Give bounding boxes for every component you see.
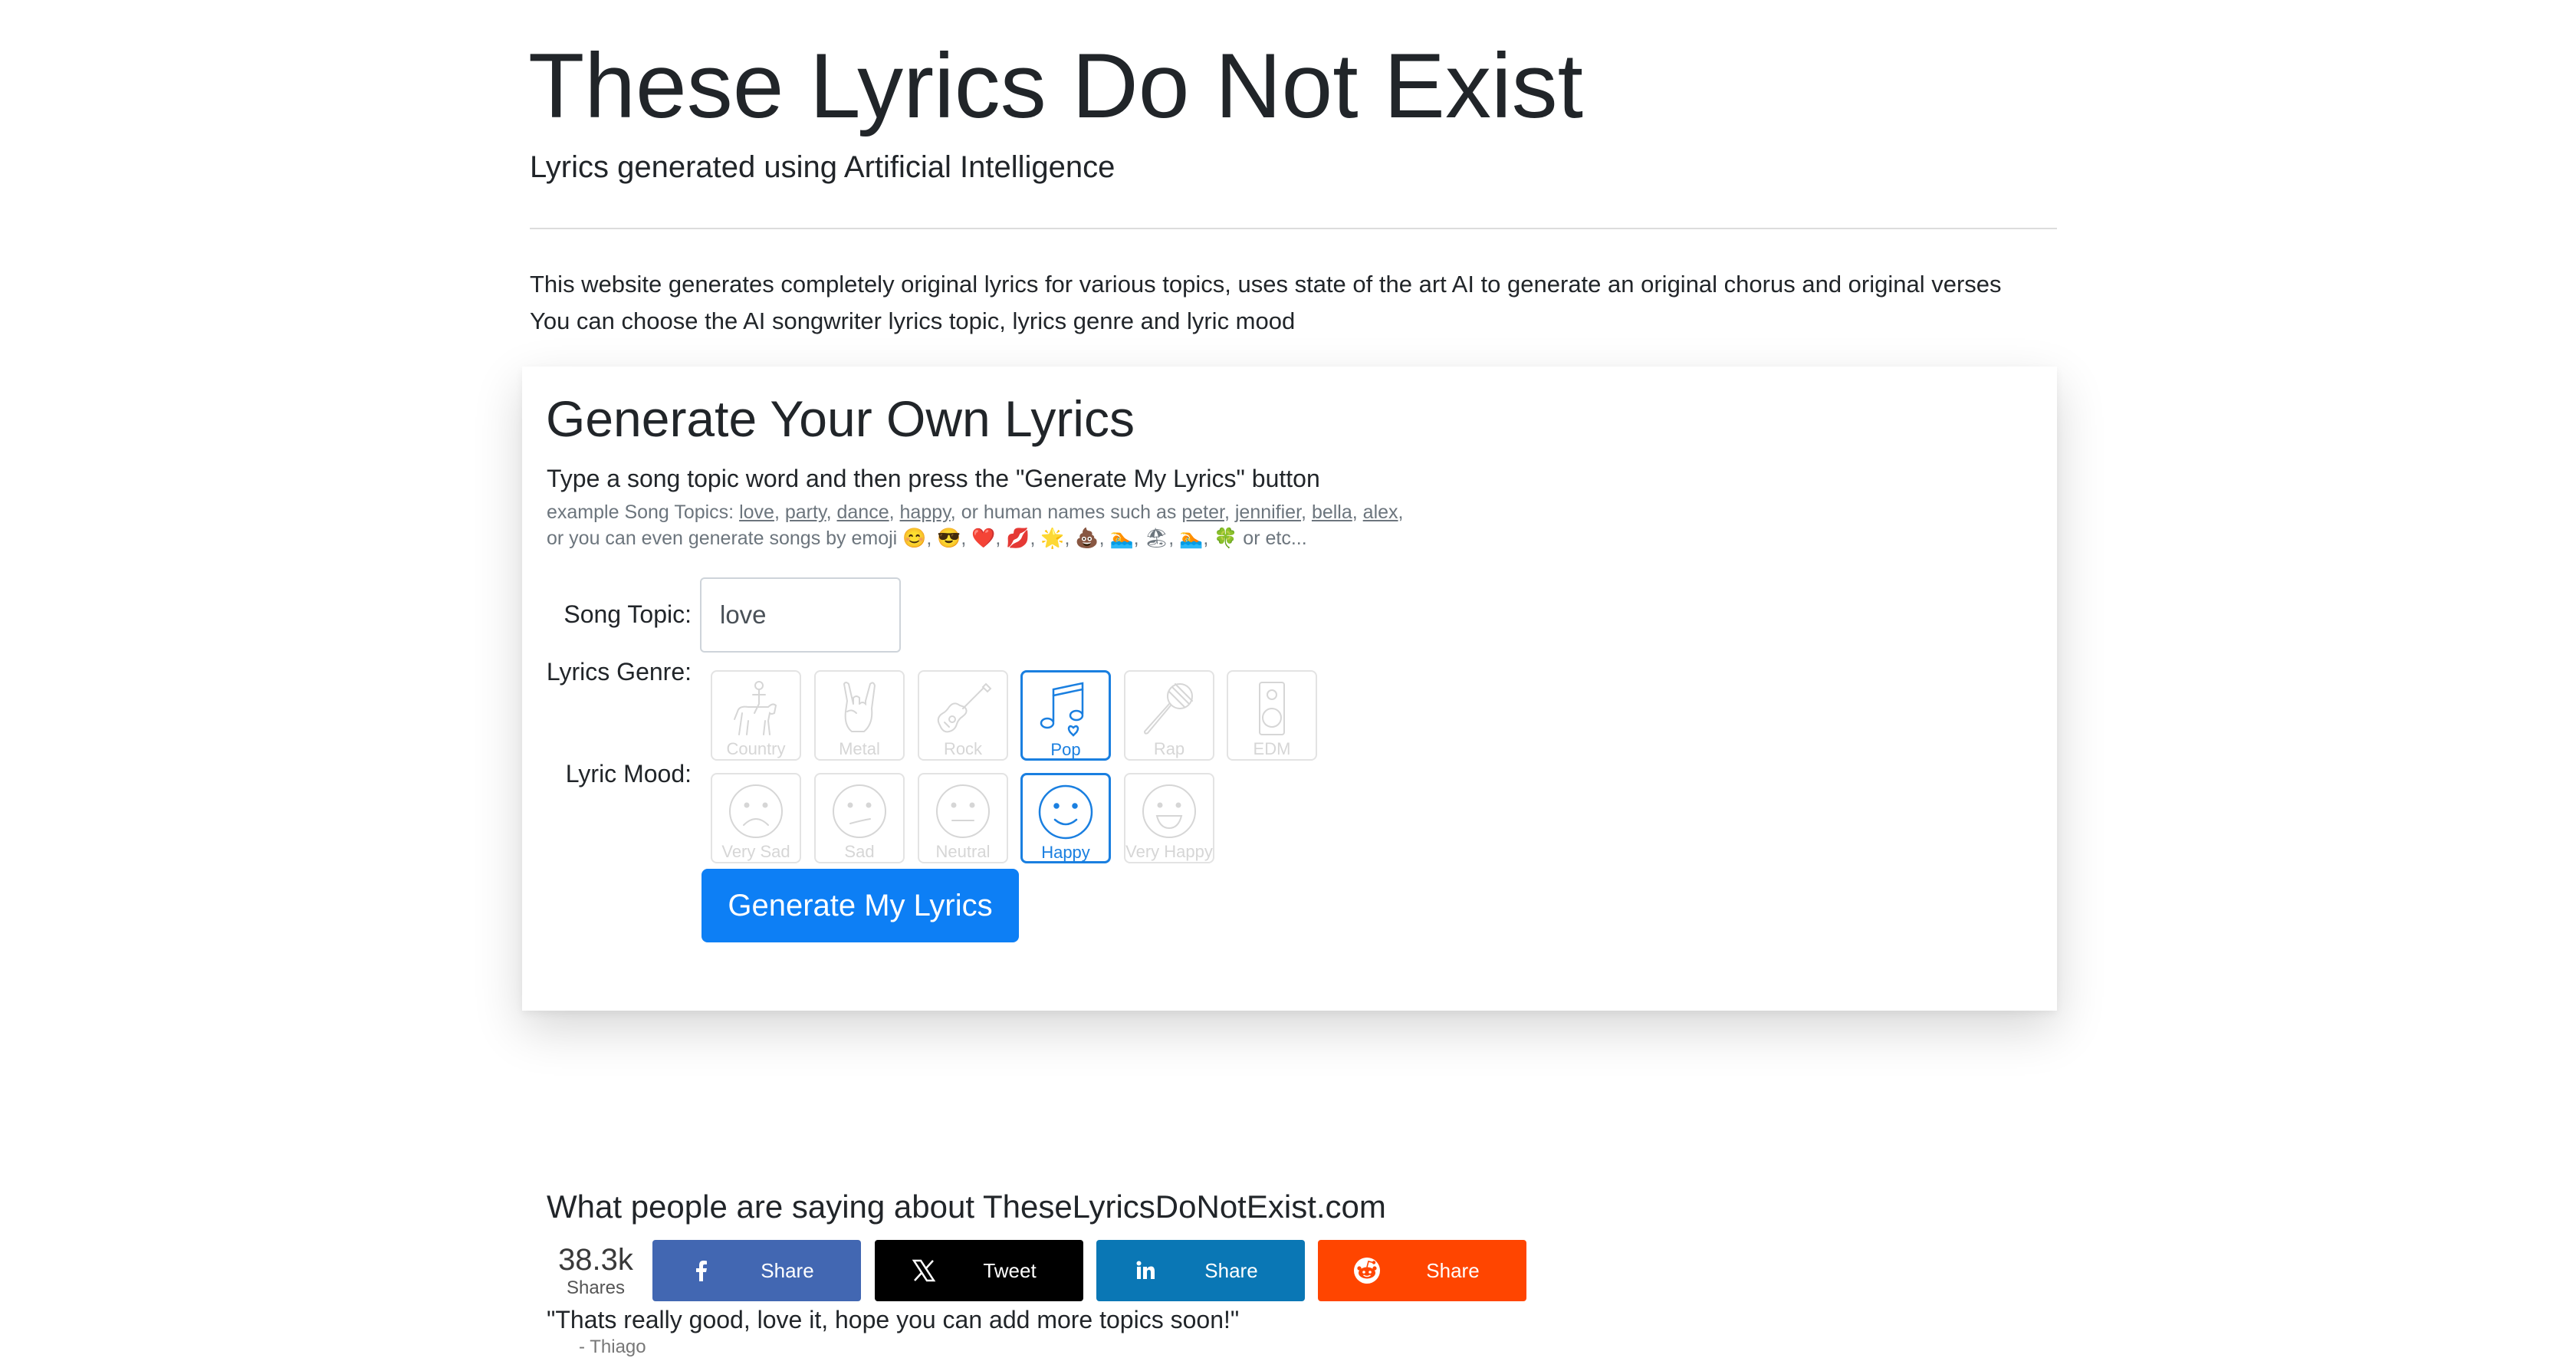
- mood-option-happy[interactable]: Happy: [1020, 773, 1111, 863]
- genre-option-label: Country: [726, 739, 786, 758]
- genre-option-label: Rock: [943, 739, 983, 758]
- example-emoji[interactable]: ❤️: [971, 525, 995, 551]
- example-suffix: or etc...: [1237, 528, 1307, 549]
- mood-option-sad[interactable]: Sad: [814, 773, 905, 863]
- linkedin-share-button[interactable]: Share: [1096, 1240, 1305, 1301]
- genre-option-country[interactable]: Country: [711, 670, 801, 761]
- example-emoji[interactable]: 🌟: [1040, 525, 1064, 551]
- page-subtitle: Lyrics generated using Artificial Intell…: [530, 150, 1116, 184]
- genre-option-rock[interactable]: Rock: [918, 670, 1008, 761]
- example-emoji[interactable]: 💋: [1006, 525, 1030, 551]
- genre-option-label: Pop: [1050, 740, 1081, 759]
- page-title: These Lyrics Do Not Exist: [528, 35, 1583, 137]
- genre-option-edm[interactable]: EDM: [1227, 670, 1317, 761]
- genre-option-label: Metal: [839, 739, 880, 758]
- x-tweet-button[interactable]: Tweet: [875, 1240, 1083, 1301]
- genre-option-label: EDM: [1253, 739, 1291, 758]
- example-emoji[interactable]: 😊: [902, 525, 926, 551]
- example-emoji[interactable]: 😎: [937, 525, 961, 551]
- reddit-icon: [1354, 1258, 1380, 1284]
- mood-option-very-sad[interactable]: Very Sad: [711, 773, 801, 863]
- share-button-label: Share: [761, 1259, 814, 1282]
- testimonial-quote: "Thats really good, love it, hope you ca…: [547, 1306, 1240, 1333]
- x-icon: [912, 1259, 936, 1282]
- very-happy-face-icon: [1142, 784, 1196, 838]
- mood-option-neutral[interactable]: Neutral: [918, 773, 1008, 863]
- lyric-mood-label: Lyric Mood:: [565, 760, 692, 788]
- example-name-link[interactable]: alex: [1363, 501, 1398, 523]
- divider: [530, 228, 2057, 229]
- rock-hand-icon: [843, 682, 876, 732]
- example-topic-link[interactable]: happy: [900, 501, 951, 523]
- mood-option-label: Very Happy: [1125, 842, 1213, 861]
- happy-face-icon: [1038, 784, 1093, 840]
- example-prefix: example Song Topics:: [547, 501, 740, 523]
- share-count: 38.3k Shares: [550, 1242, 642, 1299]
- example-emojis: or you can even generate songs by emoji …: [547, 525, 1307, 551]
- example-topic-link[interactable]: party: [785, 501, 826, 523]
- share-button-label: Share: [1426, 1259, 1480, 1282]
- share-button-label: Tweet: [983, 1259, 1037, 1282]
- horse-rider-icon: [734, 681, 777, 735]
- example-emoji[interactable]: 💩: [1075, 525, 1099, 551]
- example-emoji[interactable]: 🏊: [1109, 525, 1133, 551]
- example-name-link[interactable]: bella: [1312, 501, 1352, 523]
- mood-option-very-happy[interactable]: Very Happy: [1124, 773, 1214, 863]
- genre-option-label: Rap: [1153, 739, 1185, 758]
- testimonials-heading: What people are saying about TheseLyrics…: [547, 1189, 1386, 1225]
- generator-instruction: Type a song topic word and then press th…: [547, 465, 1320, 492]
- example-name-link[interactable]: peter: [1181, 501, 1224, 523]
- example-topics: example Song Topics: love, party, dance,…: [547, 501, 1404, 523]
- example-emoji[interactable]: 🏊: [1179, 525, 1203, 551]
- share-button-label: Share: [1204, 1259, 1258, 1282]
- generator-title: Generate Your Own Lyrics: [546, 390, 1135, 447]
- testimonial-author: - Thiago: [579, 1337, 646, 1357]
- sad-face-icon: [833, 784, 886, 838]
- microphone-icon: [1143, 683, 1193, 735]
- song-topic-label: Song Topic:: [564, 600, 692, 628]
- reddit-share-button[interactable]: Share: [1318, 1240, 1526, 1301]
- music-notes-icon: [1040, 682, 1084, 737]
- intro-line-2: You can choose the AI songwriter lyrics …: [530, 307, 1296, 334]
- example-name-link[interactable]: jennifier: [1235, 501, 1301, 523]
- very-sad-face-icon: [729, 784, 783, 838]
- emoji-prefix: or you can even generate songs by emoji: [547, 528, 903, 549]
- generate-lyrics-button[interactable]: Generate My Lyrics: [702, 869, 1019, 942]
- facebook-icon: [696, 1261, 707, 1281]
- lyrics-genre-label: Lyrics Genre:: [546, 658, 692, 686]
- example-emoji[interactable]: 🍀: [1214, 525, 1237, 551]
- share-count-label: Shares: [566, 1277, 626, 1298]
- mood-option-label: Very Sad: [721, 842, 790, 861]
- speaker-icon: [1259, 682, 1285, 735]
- example-names-text: , or human names such as: [950, 501, 1182, 523]
- facebook-share-button[interactable]: Share: [652, 1240, 861, 1301]
- mood-option-label: Happy: [1041, 843, 1090, 862]
- example-emoji[interactable]: 🏖: [1145, 525, 1169, 551]
- song-topic-input[interactable]: [700, 577, 901, 653]
- intro-text: This website generates completely origin…: [530, 266, 2002, 340]
- guitar-icon: [937, 682, 992, 733]
- genre-option-rap[interactable]: Rap: [1124, 670, 1214, 761]
- example-topic-link[interactable]: love: [739, 501, 774, 523]
- linkedin-icon: [1136, 1261, 1155, 1279]
- mood-option-label: Sad: [844, 842, 875, 861]
- example-topic-link[interactable]: dance: [837, 501, 889, 523]
- mood-option-label: Neutral: [935, 842, 991, 861]
- genre-option-metal[interactable]: Metal: [814, 670, 905, 761]
- genre-option-pop[interactable]: Pop: [1020, 670, 1111, 761]
- share-count-number: 38.3k: [558, 1243, 633, 1277]
- intro-line-1: This website generates completely origin…: [530, 271, 2002, 298]
- neutral-face-icon: [936, 784, 990, 838]
